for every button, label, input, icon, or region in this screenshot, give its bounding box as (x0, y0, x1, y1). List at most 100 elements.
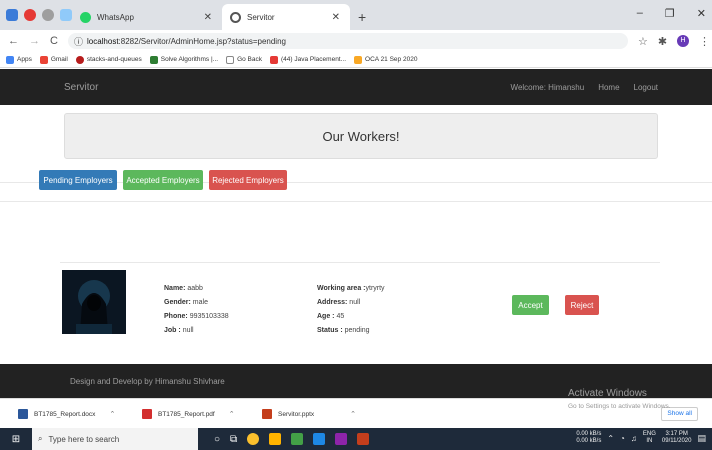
sublime-icon[interactable] (291, 433, 304, 445)
volume-icon[interactable]: ♫ (631, 434, 637, 443)
site-icon (75, 55, 84, 64)
accept-button[interactable]: Accept (512, 295, 549, 315)
language-indicator[interactable]: ENG IN (643, 431, 656, 445)
windows-taskbar: ⊞ ⌕ Type here to search ○ ⧉ 0.00 kB/s 0.… (0, 428, 712, 450)
net-down: 0.00 kB/s (576, 438, 602, 444)
field-label: Job : (164, 327, 181, 334)
app-icon[interactable] (60, 9, 72, 21)
chevron-up-icon[interactable]: ⌃ (109, 410, 115, 418)
chevron-up-icon[interactable]: ⌃ (607, 434, 614, 443)
rejected-employers-button[interactable]: Rejected Employers (209, 170, 287, 190)
taskbar-search[interactable]: ⌕ Type here to search (32, 428, 198, 450)
activate-windows-subtitle: Go to Settings to activate Windows. (568, 403, 671, 410)
chevron-up-icon[interactable]: ⌃ (229, 410, 235, 418)
avatar[interactable]: H (677, 35, 690, 47)
window-menu-icon[interactable] (6, 9, 18, 21)
maximize-icon[interactable]: ❐ (665, 7, 675, 20)
extensions-icon[interactable]: ✱ (658, 35, 667, 48)
bookmarks-bar: Apps Gmail stacks-and-queues Solve Algor… (0, 52, 712, 68)
forward-icon[interactable]: → (29, 35, 40, 47)
nav-logout-link[interactable]: Logout (634, 83, 658, 92)
download-item[interactable]: BT1785_Report.pdf ⌃ (142, 409, 235, 419)
worker-gender: Gender: male (164, 299, 208, 306)
url-bar[interactable]: ⓘ localhost:8282/Servitor/AdminHome.jsp?… (67, 33, 628, 49)
bookmark-apps[interactable]: Apps (6, 55, 32, 64)
field-value: aabb (187, 285, 203, 292)
bookmark-label: Apps (17, 56, 32, 63)
field-label: Address: (317, 299, 348, 306)
tab-label: Servitor (247, 12, 275, 22)
nav-links: Welcome: Himanshu Home Logout (511, 83, 658, 92)
reject-button[interactable]: Reject (565, 295, 599, 315)
menu-icon[interactable]: ⋮ (699, 35, 710, 48)
cortana-icon[interactable]: ○ (214, 434, 220, 445)
welcome-text: Welcome: Himanshu (510, 82, 585, 92)
download-filename: BT1785_Report.pdf (158, 410, 215, 418)
reload-icon[interactable]: C (50, 35, 58, 47)
worker-address: Address: null (317, 299, 360, 306)
pdf-file-icon (142, 409, 152, 419)
close-window-icon[interactable]: ✕ (697, 7, 706, 20)
bookmark-label: Solve Algorithms |... (160, 56, 219, 63)
star-icon[interactable]: ☆ (638, 35, 648, 48)
extension-icon[interactable] (42, 9, 54, 21)
chrome-icon[interactable] (247, 433, 260, 445)
bookmark-stacks[interactable]: stacks-and-queues (75, 55, 142, 64)
system-tray: 0.00 kB/s 0.00 kB/s ⌃ ◔ ♫ ENG IN 3:17 PM… (576, 431, 706, 445)
wifi-icon[interactable]: ◔ (620, 434, 625, 443)
search-placeholder: Type here to search (48, 434, 120, 444)
bookmark-label: Go Back (237, 56, 262, 63)
info-icon[interactable]: ⓘ (74, 35, 83, 48)
system-tray-tabs (0, 0, 72, 30)
powerpoint-file-icon (262, 409, 272, 419)
address-row: ← → C ⓘ localhost:8282/Servitor/AdminHom… (0, 30, 712, 52)
bookmark-label: OCA 21 Sep 2020 (365, 56, 418, 63)
new-tab-icon[interactable]: + (358, 4, 366, 30)
recording-icon[interactable] (24, 9, 36, 21)
download-filename: Servitor.pptx (278, 410, 315, 418)
download-item[interactable]: BT1785_Report.docx ⌃ (18, 409, 115, 419)
bookmark-java[interactable]: (44) Java Placement... (270, 55, 346, 64)
bookmark-oca[interactable]: OCA 21 Sep 2020 (354, 55, 418, 64)
close-icon[interactable]: ✕ (332, 12, 340, 23)
powerpoint-icon[interactable] (357, 433, 370, 445)
clock[interactable]: 3:17 PM 09/11/2020 (662, 431, 692, 445)
bookmark-goback[interactable]: Go Back (226, 55, 262, 64)
tab-servitor[interactable]: Servitor ✕ (222, 4, 350, 30)
toolbar-right: ☆ ✱ H ⋮ (638, 35, 710, 48)
download-filename: BT1785_Report.docx (34, 410, 96, 418)
field-value: null (182, 327, 194, 334)
eclipse-icon[interactable] (335, 433, 348, 445)
bookmark-gmail[interactable]: Gmail (39, 55, 68, 64)
minimize-icon[interactable]: – (637, 7, 643, 20)
task-view-icon[interactable]: ⧉ (230, 434, 237, 445)
gmail-icon (39, 55, 48, 64)
pinned-apps: ○ ⧉ (214, 433, 370, 445)
nav-home-link[interactable]: Home (598, 83, 619, 92)
field-label: Gender: (164, 299, 191, 306)
vscode-icon[interactable] (313, 433, 326, 445)
bookmark-label: stacks-and-queues (86, 56, 142, 63)
pending-employers-button[interactable]: Pending Employers (39, 170, 117, 190)
windows-start-icon[interactable]: ⊞ (0, 434, 32, 445)
worker-job: Job : null (164, 327, 194, 334)
field-value: 9935103338 (189, 313, 229, 320)
bookmark-label: Gmail (50, 56, 68, 63)
back-icon[interactable]: ← (8, 35, 19, 47)
bookmark-algorithms[interactable]: Solve Algorithms |... (149, 55, 219, 64)
tab-whatsapp[interactable]: WhatsApp ✕ (72, 4, 222, 30)
worker-area: Working area :ytryrty (317, 285, 385, 292)
accepted-employers-button[interactable]: Accepted Employers (123, 170, 203, 190)
download-item[interactable]: Servitor.pptx ⌃ (262, 409, 356, 419)
brand-link[interactable]: Servitor (64, 82, 98, 93)
worker-photo (62, 270, 126, 340)
notification-icon[interactable]: ▤ (697, 433, 706, 444)
close-icon[interactable]: ✕ (204, 12, 212, 23)
file-explorer-icon[interactable] (269, 433, 282, 445)
field-label: Phone: (164, 313, 188, 320)
divider (60, 262, 660, 263)
network-speed: 0.00 kB/s 0.00 kB/s (576, 431, 601, 445)
field-label: Working area : (317, 285, 366, 292)
chevron-up-icon[interactable]: ⌃ (350, 410, 356, 418)
activate-windows-title: Activate Windows (568, 388, 647, 399)
